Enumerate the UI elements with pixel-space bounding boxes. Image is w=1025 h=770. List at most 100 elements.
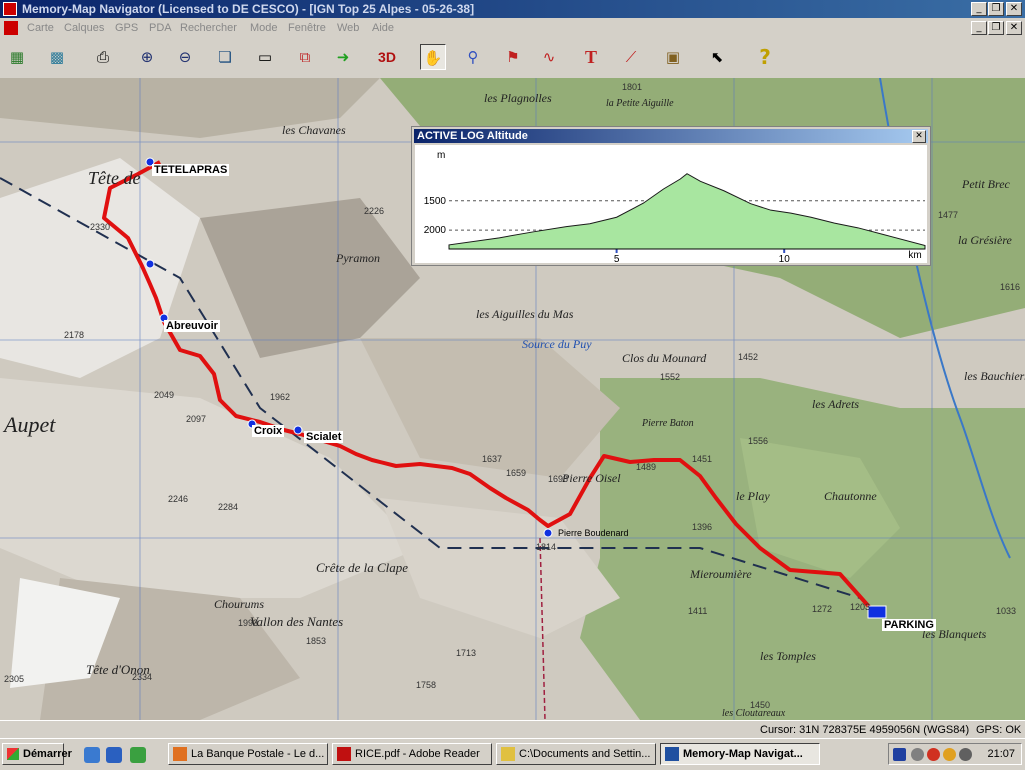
gps-device-icon[interactable]: ▣ — [660, 44, 686, 70]
menu-carte[interactable]: Carte — [27, 22, 54, 34]
waypoint-abreuvoir[interactable]: Abreuvoir — [164, 320, 220, 332]
mdi-close-button[interactable]: ✕ — [1006, 21, 1022, 35]
map-tiles-icon[interactable]: ▩ — [44, 44, 70, 70]
taskbar-item-adobe-reader[interactable]: RICE.pdf - Adobe Reader — [332, 743, 492, 765]
elevation: 1203 — [850, 602, 870, 612]
profile-title: ACTIVE LOG Altitude — [414, 129, 928, 143]
profile-close-button[interactable]: ✕ — [912, 130, 926, 143]
waypoint-croix[interactable]: Croix — [252, 425, 285, 437]
update-icon[interactable] — [943, 748, 956, 761]
elevation: 1477 — [938, 210, 958, 220]
messenger-icon[interactable] — [130, 747, 146, 763]
menu-calques[interactable]: Calques — [64, 22, 104, 34]
restore-button[interactable]: ❐ — [988, 2, 1004, 16]
waypoint-pierre-boudenard[interactable]: Pierre Boudenard — [556, 528, 631, 538]
minimize-button[interactable]: _ — [971, 2, 987, 16]
y-axis-unit: m — [437, 150, 445, 161]
place-les-tomples: les Tomples — [760, 649, 816, 663]
show-desktop-icon[interactable] — [84, 747, 100, 763]
elevation: 1659 — [506, 468, 526, 478]
app-icon[interactable] — [3, 2, 17, 16]
route-icon[interactable]: ⚲ — [460, 44, 486, 70]
altitude-profile-window[interactable]: ACTIVE LOG Altitude ✕ m km 2000 1500 5 10 — [411, 126, 931, 266]
elevation: 1814 — [536, 542, 556, 552]
place-aupet: Aupet — [2, 412, 56, 437]
elevation: 2334 — [132, 672, 152, 682]
firefox-icon — [173, 747, 187, 761]
elevation: 1853 — [306, 636, 326, 646]
elevation: 1758 — [416, 680, 436, 690]
measure-icon[interactable]: ⟋ — [618, 44, 644, 70]
print-icon[interactable]: ⎙ — [90, 44, 116, 70]
text-tool-icon[interactable]: T — [578, 44, 604, 70]
menu-fenetre[interactable]: Fenêtre — [288, 22, 326, 34]
close-button[interactable]: ✕ — [1006, 2, 1022, 16]
taskbar-item-explorer[interactable]: C:\Documents and Settin... — [496, 743, 656, 765]
zoom-out-icon[interactable]: ⊖ — [172, 44, 198, 70]
document-icon[interactable] — [4, 21, 18, 35]
track-icon[interactable]: ∿ — [536, 44, 562, 70]
place-mieroumiere: Mieroumière — [689, 567, 752, 581]
window-icon[interactable]: ▭ — [252, 44, 278, 70]
menu-rechercher[interactable]: Rechercher — [180, 22, 237, 34]
menu-web[interactable]: Web — [337, 22, 359, 34]
go-arrow-icon[interactable]: ➜ — [330, 44, 356, 70]
system-tray: 21:07 — [888, 743, 1022, 765]
gps-status: GPS: OK — [976, 724, 1022, 736]
antivirus-icon[interactable] — [927, 748, 940, 761]
taskbar: Démarrer La Banque Postale - Le d... RIC… — [0, 738, 1025, 770]
start-button[interactable]: Démarrer — [2, 743, 72, 765]
place-clos-du-mounard: Clos du Mounard — [622, 351, 707, 365]
elevation: 1698 — [548, 474, 568, 484]
elevation: 2246 — [168, 494, 188, 504]
menu-pda[interactable]: PDA — [149, 22, 172, 34]
select-cursor-icon[interactable]: ⬉ — [704, 44, 730, 70]
task-label: Memory-Map Navigat... — [683, 748, 803, 760]
hand-pan-icon[interactable]: ✋ — [420, 44, 446, 70]
help-icon[interactable]: ? — [752, 44, 778, 70]
place-chautonne: Chautonne — [824, 489, 877, 503]
clock: 21:07 — [987, 748, 1015, 760]
volume-icon[interactable] — [959, 748, 972, 761]
zoom-in-icon[interactable]: ⊕ — [134, 44, 160, 70]
altitude-area — [448, 173, 926, 250]
menu-mode[interactable]: Mode — [250, 22, 278, 34]
task-label: RICE.pdf - Adobe Reader — [355, 748, 480, 760]
place-source-du-puy: Source du Puy — [522, 337, 592, 351]
altitude-chart-svg: m km 2000 1500 5 10 — [424, 150, 926, 265]
copy-map-icon[interactable]: ❏ — [212, 44, 238, 70]
overview-map-icon[interactable]: ▦ — [4, 44, 30, 70]
cursor-coordinates: Cursor: 31N 728375E 4959056N (WGS84) — [760, 724, 970, 736]
elevation: 1033 — [996, 606, 1016, 616]
duplicate-icon[interactable]: ⧉ — [292, 44, 318, 70]
place-pyramon: Pyramon — [335, 251, 380, 265]
menu-gps[interactable]: GPS — [115, 22, 138, 34]
title-bar: Memory-Map Navigator (Licensed to DE CES… — [0, 0, 1025, 18]
place-creve-de-la-clape: Crête de la Clape — [316, 560, 408, 575]
waypoint-scialet[interactable]: Scialet — [304, 431, 344, 443]
altitude-chart: m km 2000 1500 5 10 — [415, 145, 927, 265]
elevation: 1411 — [688, 606, 707, 616]
x-tick-label: 5 — [614, 254, 620, 263]
place-chourums: Chourums — [214, 597, 264, 611]
elevation: 2049 — [154, 390, 174, 400]
taskbar-item-banque-postale[interactable]: La Banque Postale - Le d... — [168, 743, 328, 765]
mdi-minimize-button[interactable]: _ — [971, 21, 987, 35]
elevation: 1451 — [692, 454, 712, 464]
waypoint-tetelapras[interactable]: TETELAPRAS — [152, 164, 230, 176]
view-3d-icon[interactable]: 3D — [374, 44, 400, 70]
network-icon[interactable] — [911, 748, 924, 761]
start-label: Démarrer — [23, 748, 72, 760]
place-les-plagnolles: les Plagnolles — [484, 91, 552, 105]
language-icon[interactable] — [893, 748, 906, 761]
mdi-restore-button[interactable]: ❐ — [988, 21, 1004, 35]
menu-aide[interactable]: Aide — [372, 22, 394, 34]
marker-icon[interactable]: ⚑ — [500, 44, 526, 70]
x-axis-unit: km — [908, 250, 921, 261]
window-title: Memory-Map Navigator (Licensed to DE CES… — [22, 2, 475, 16]
waypoint-parking[interactable]: PARKING — [882, 619, 936, 631]
elevation: 1637 — [482, 454, 502, 464]
taskbar-item-memory-map[interactable]: Memory-Map Navigat... — [660, 743, 820, 765]
elevation: 1801 — [622, 82, 642, 92]
internet-explorer-icon[interactable] — [106, 747, 122, 763]
